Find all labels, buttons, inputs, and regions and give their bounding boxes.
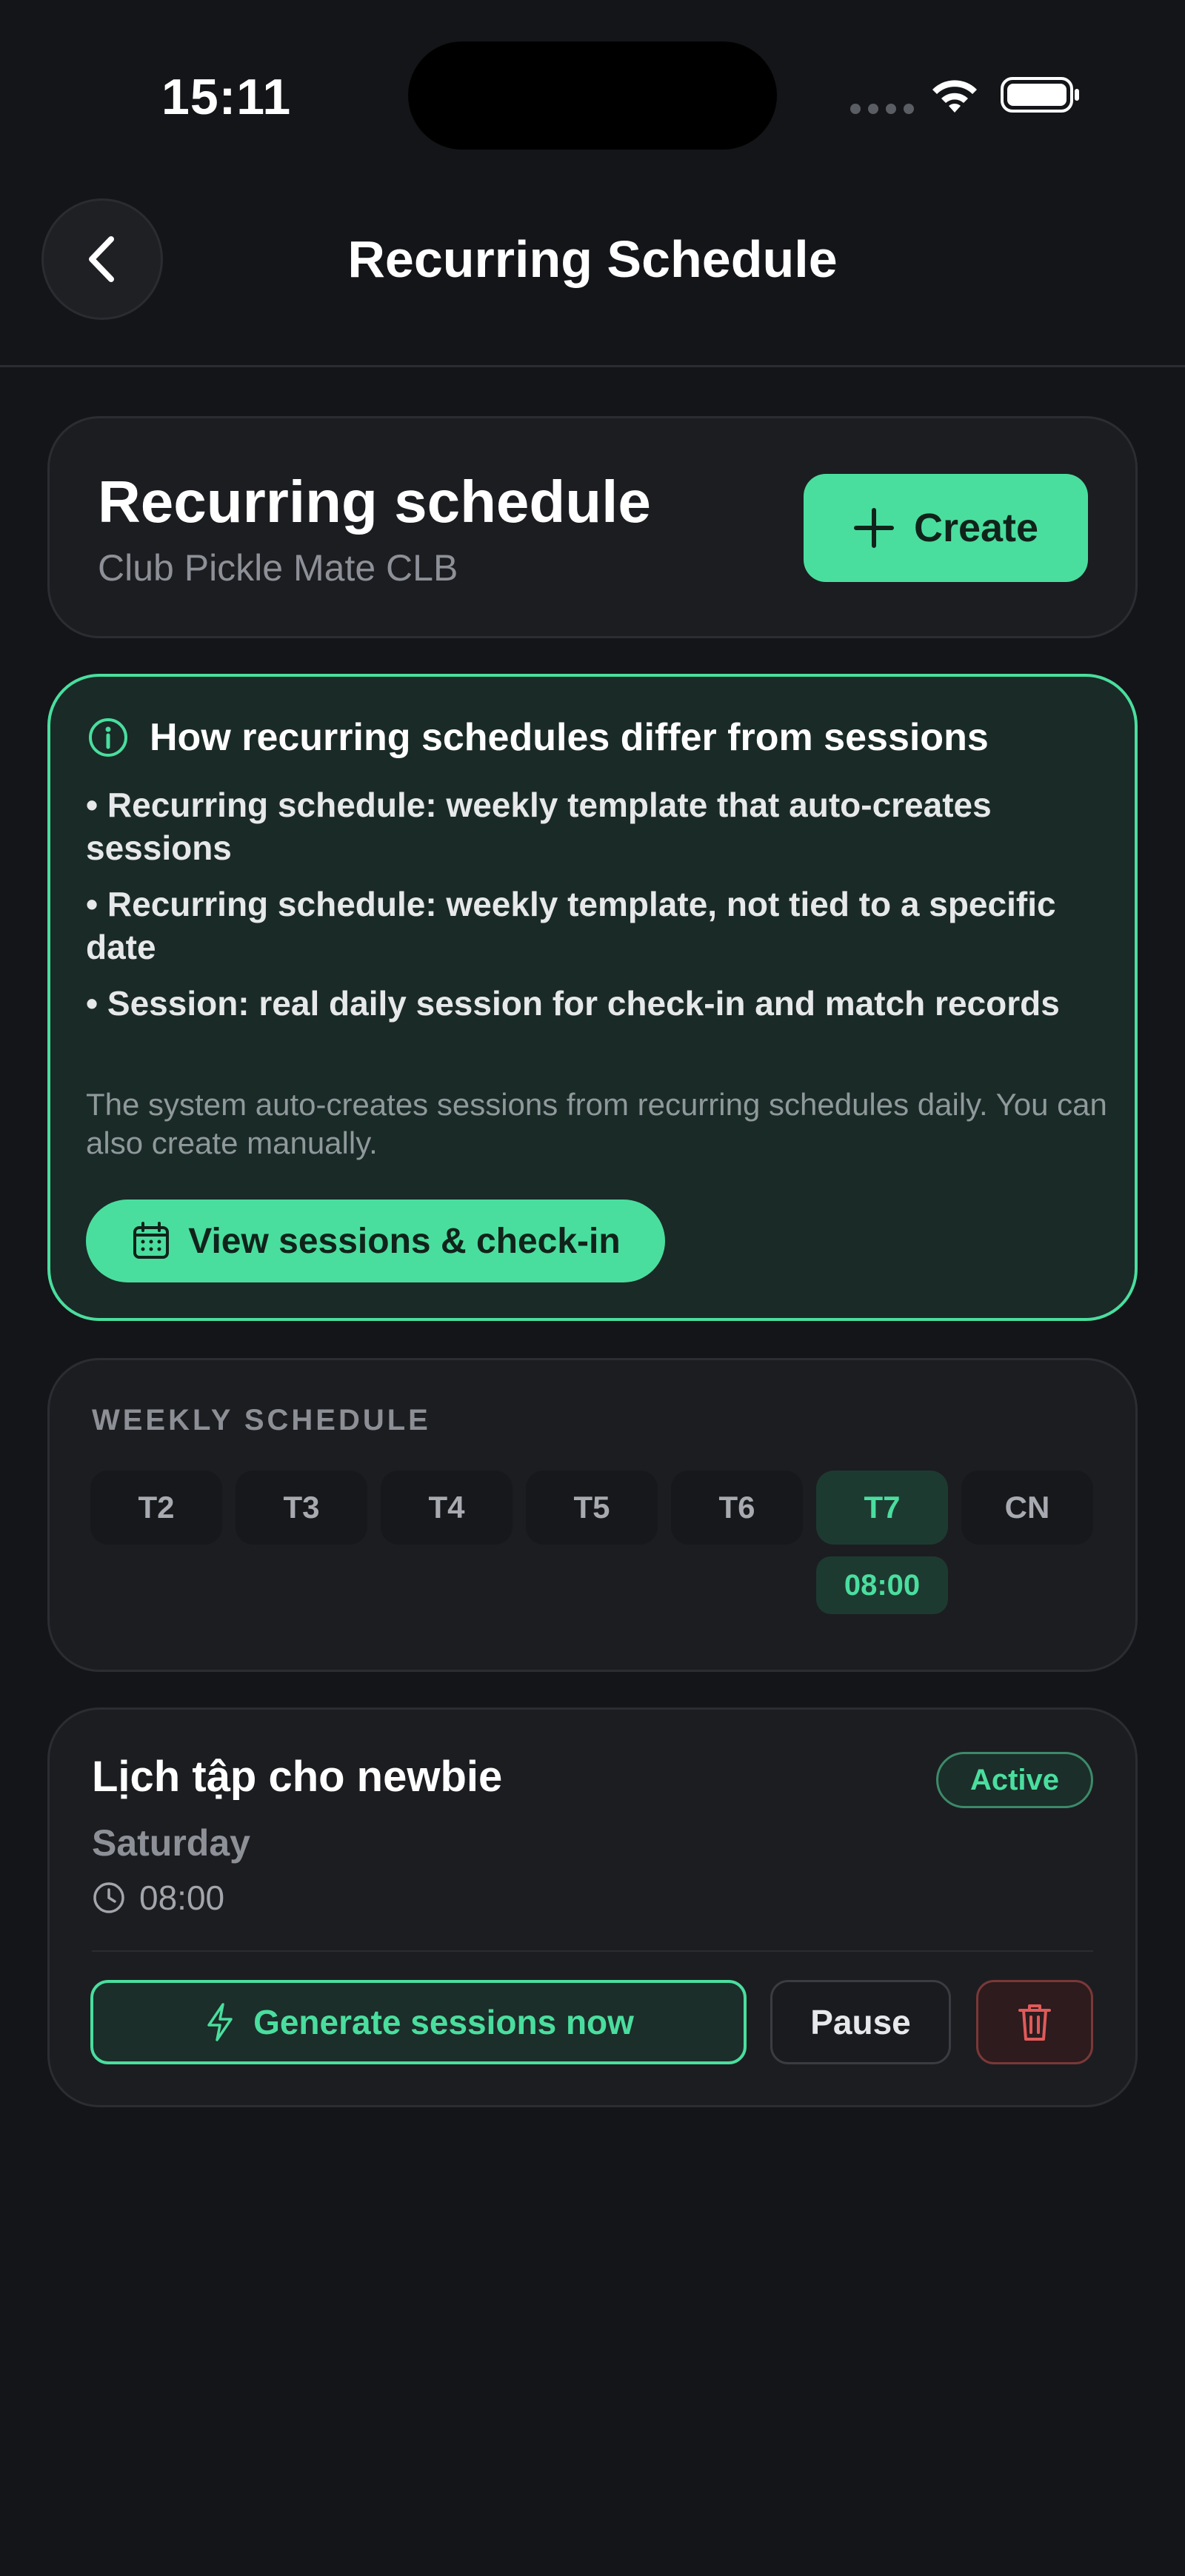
item-divider [92, 1950, 1093, 1952]
create-button[interactable]: Create [804, 474, 1088, 582]
calendar-icon [133, 1222, 170, 1259]
trash-icon [1018, 2004, 1051, 2041]
header-subtitle: Club Pickle Mate CLB [98, 547, 458, 589]
generate-sessions-label: Generate sessions now [253, 2003, 634, 2041]
schedule-item-time: 08:00 [139, 1879, 225, 1917]
weekly-schedule-title: WEEKLY SCHEDULE [92, 1404, 431, 1436]
delete-button[interactable] [976, 1980, 1093, 2064]
day-chip-t4[interactable]: T4 [381, 1471, 513, 1545]
day-chip-t5[interactable]: T5 [526, 1471, 658, 1545]
status-time: 15:11 [161, 69, 292, 125]
header-title: Recurring schedule [98, 469, 651, 535]
day-chip-t3[interactable]: T3 [236, 1471, 367, 1545]
schedule-item-time-row: 08:00 [92, 1878, 224, 1918]
day-time-chip[interactable]: 08:00 [816, 1556, 948, 1614]
info-bullet: • Recurring schedule: weekly template th… [86, 786, 992, 867]
wifi-icon [932, 80, 977, 113]
lightning-icon [207, 2003, 233, 2041]
info-note: The system auto-creates sessions from re… [86, 1087, 1107, 1160]
status-badge: Active [936, 1752, 1093, 1808]
pause-button[interactable]: Pause [770, 1980, 951, 2064]
info-title: How recurring schedules differ from sess… [150, 716, 989, 759]
dynamic-island [408, 41, 777, 150]
plus-icon [853, 508, 894, 548]
clock-icon [93, 1882, 124, 1913]
view-sessions-label: View sessions & check-in [188, 1221, 621, 1261]
schedule-item-day: Saturday [92, 1822, 250, 1864]
day-chip-t2[interactable]: T2 [90, 1471, 222, 1545]
day-chip-t7[interactable]: T7 [816, 1471, 948, 1545]
info-bullet: • Recurring schedule: weekly template, n… [86, 885, 1056, 966]
info-bullet: • Session: real daily session for check-… [86, 984, 1060, 1023]
signal-icon [850, 104, 914, 114]
schedule-item-title: Lịch tập cho newbie [92, 1753, 503, 1801]
create-button-label: Create [913, 506, 1039, 550]
day-chip-t6[interactable]: T6 [671, 1471, 803, 1545]
day-chip-cn[interactable]: CN [961, 1471, 1093, 1545]
info-icon [89, 718, 127, 757]
battery-icon [1001, 77, 1079, 113]
view-sessions-button[interactable]: View sessions & check-in [86, 1200, 665, 1282]
generate-sessions-button[interactable]: Generate sessions now [90, 1980, 747, 2064]
page-title: Recurring Schedule [347, 230, 838, 288]
nav-divider [0, 365, 1185, 367]
